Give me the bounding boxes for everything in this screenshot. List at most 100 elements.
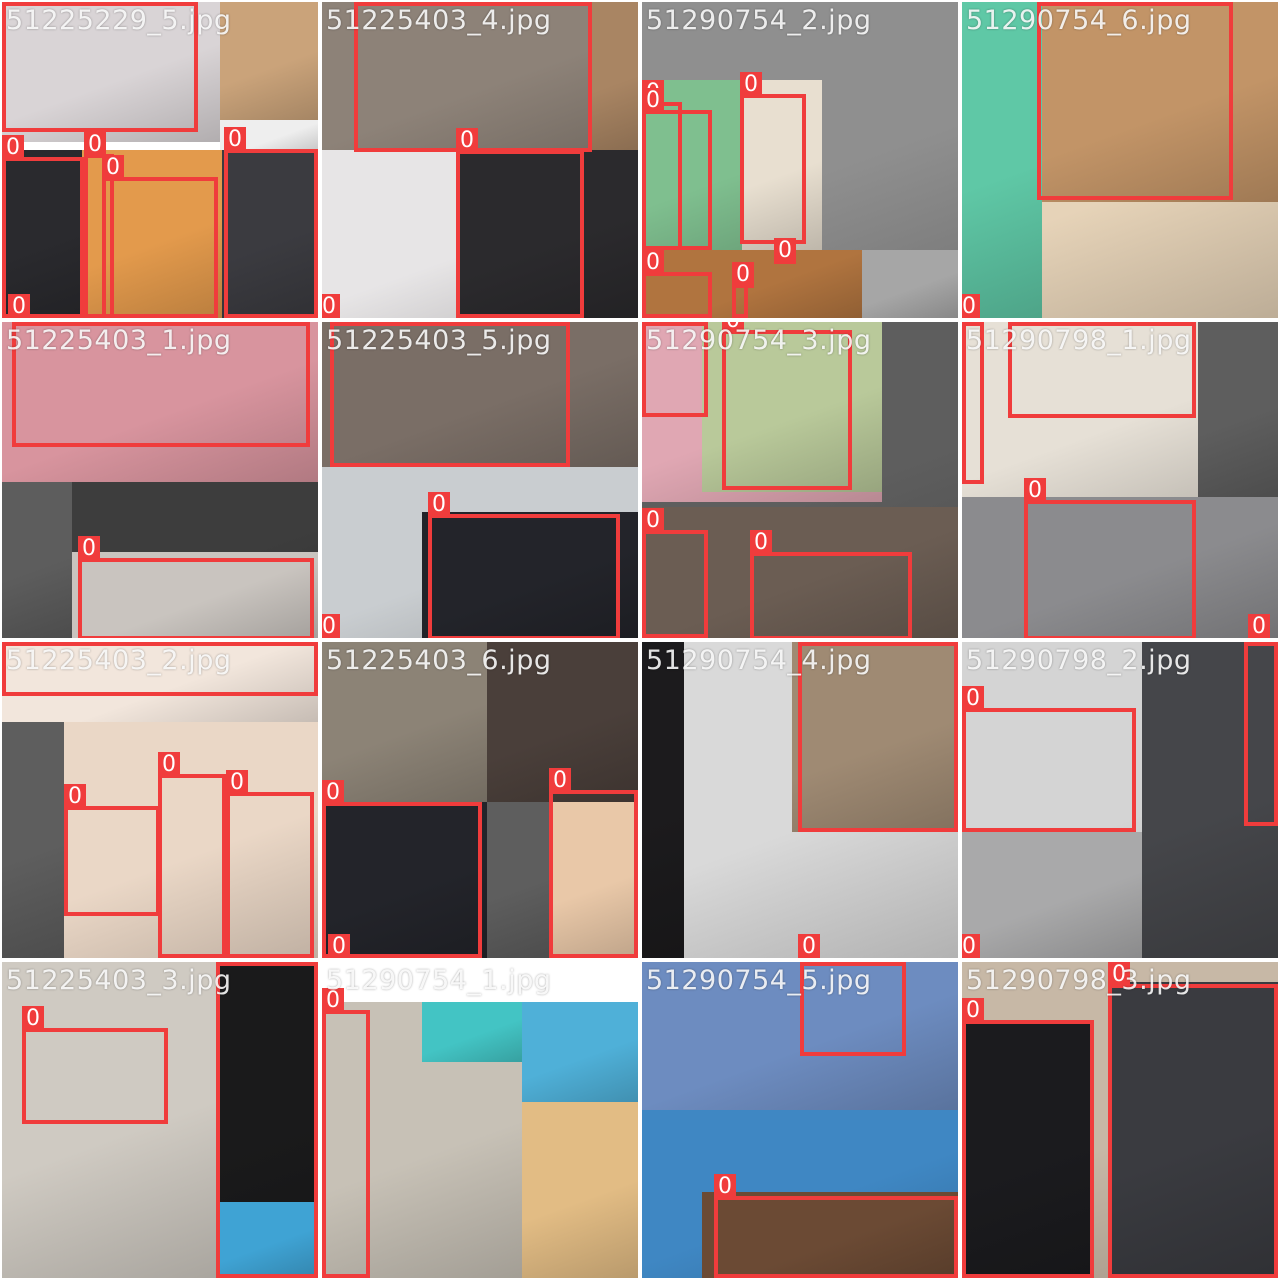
- mosaic-tile: 000051290754_3.jpg: [642, 322, 958, 638]
- class-label: 0: [962, 294, 980, 318]
- class-label: 0: [774, 238, 796, 264]
- mosaic-tile: 0051225403_3.jpg: [2, 962, 318, 1278]
- class-label: 0: [549, 768, 571, 794]
- tile-filename: 51290754_4.jpg: [646, 645, 872, 676]
- cat-photo-crop: [962, 832, 1142, 958]
- class-label: 0: [962, 998, 984, 1024]
- cat-photo-crop: [522, 1002, 638, 1102]
- tile-filename: 51290754_2.jpg: [646, 5, 872, 36]
- detection-box: 0: [216, 962, 318, 1278]
- detection-box: 0: [102, 155, 218, 318]
- class-label: 0: [328, 934, 350, 958]
- class-label: 0: [798, 934, 820, 958]
- mosaic-tile: 0 0 0 51290798_2.jpg: [962, 642, 1278, 958]
- class-label: 0: [22, 1006, 44, 1032]
- detection-box: 0: [1244, 642, 1278, 826]
- tile-filename: 51290754_1.jpg: [326, 965, 552, 996]
- tile-filename: 51290754_6.jpg: [966, 5, 1192, 36]
- class-label: 0: [428, 492, 450, 518]
- tile-filename: 51225403_4.jpg: [326, 5, 552, 36]
- class-label: 0: [456, 128, 478, 154]
- cat-photo-crop: [2, 722, 64, 958]
- cat-photo-crop: [522, 1102, 638, 1278]
- detection-box: 0: [1024, 478, 1196, 638]
- mosaic-tile: 0051290754_5.jpg: [642, 962, 958, 1278]
- detection-box: 0: [642, 250, 712, 318]
- class-label: 0: [64, 784, 86, 810]
- class-label: 0: [2, 135, 24, 161]
- tile-filename: 51290798_3.jpg: [966, 965, 1192, 996]
- detection-box: 0: [962, 686, 1136, 832]
- detection-box: 0: [642, 508, 708, 638]
- mosaic-tile: 0 0 0 51225403_6.jpg: [322, 642, 638, 958]
- detection-box: 0: [642, 88, 712, 250]
- mosaic-tile: 0051290754_4.jpg: [642, 642, 958, 958]
- tile-filename: 51225229_5.jpg: [6, 5, 232, 36]
- mosaic-tile: 000051225403_2.jpg: [2, 642, 318, 958]
- detection-box: 0: [78, 536, 314, 638]
- class-label: 0: [1024, 478, 1046, 504]
- class-label: 0: [78, 536, 100, 562]
- class-label: 0: [962, 686, 984, 712]
- class-label: 0: [226, 770, 248, 796]
- class-label: 0: [102, 155, 124, 181]
- detection-box: 0: [1108, 962, 1278, 1278]
- class-label: 0: [1248, 614, 1270, 638]
- cat-photo-crop: [592, 2, 638, 150]
- class-label: 0: [158, 752, 180, 778]
- detection-box: 0: [64, 784, 160, 916]
- cat-photo-crop: [220, 2, 318, 120]
- class-label: 0: [224, 127, 246, 153]
- tile-filename: 51290754_3.jpg: [646, 325, 872, 356]
- mosaic-tile: 0 51290754_1.jpg: [322, 962, 638, 1278]
- cat-photo-crop: [1198, 322, 1278, 497]
- mosaic-tile: 00000051290754_2.jpg: [642, 2, 958, 318]
- detection-box: 0: [774, 238, 796, 318]
- detection-box: 0: [322, 988, 370, 1278]
- detection-box: 0: [22, 1006, 168, 1124]
- class-label: 0: [322, 294, 340, 318]
- detection-box: 0: [962, 998, 1094, 1278]
- tile-filename: 51225403_5.jpg: [326, 325, 552, 356]
- mosaic-tile: 00051225403_4.jpg: [322, 2, 638, 318]
- detection-box: 0: [224, 127, 318, 318]
- mosaic-tile: 000051290798_1.jpg: [962, 322, 1278, 638]
- mosaic-tile: 0051290754_6.jpg: [962, 2, 1278, 318]
- cat-photo-crop: [487, 802, 549, 958]
- cat-photo-crop: [422, 1002, 522, 1062]
- detection-box: 0: [158, 752, 226, 958]
- mosaic-tile: 0 0 51290798_3.jpg: [962, 962, 1278, 1278]
- class-label: 0: [642, 88, 664, 114]
- cat-photo-crop: [962, 2, 1042, 318]
- tile-filename: 51290798_2.jpg: [966, 645, 1192, 676]
- tile-filename: 51225403_1.jpg: [6, 325, 232, 356]
- class-label: 0: [750, 530, 772, 556]
- class-label: 0: [642, 250, 664, 276]
- class-label: 0: [732, 262, 754, 288]
- tile-filename: 51225403_6.jpg: [326, 645, 552, 676]
- class-label: 0: [642, 508, 664, 534]
- class-label: 0: [322, 780, 344, 806]
- class-label: 0: [8, 294, 30, 318]
- class-label: 0: [962, 934, 980, 958]
- tile-filename: 51290754_5.jpg: [646, 965, 872, 996]
- cat-photo-crop: [642, 642, 684, 958]
- detection-box: 0: [549, 768, 638, 958]
- detection-box: 0: [456, 128, 584, 318]
- detection-box: 0: [428, 492, 620, 638]
- mosaic-tile: 00051225403_5.jpg: [322, 322, 638, 638]
- class-label: 0: [740, 72, 762, 98]
- mosaic-grid: 00000051225229_5.jpg00051225403_4.jpg000…: [0, 0, 1280, 1280]
- tile-filename: 51225403_3.jpg: [6, 965, 232, 996]
- tile-filename: 51290798_1.jpg: [966, 325, 1192, 356]
- mosaic-tile: 00000051225229_5.jpg: [2, 2, 318, 318]
- detection-box: 0: [750, 530, 912, 638]
- detection-box: 0: [740, 72, 806, 244]
- class-label: 0: [322, 614, 340, 638]
- cat-photo-crop: [862, 250, 958, 318]
- cat-photo-crop: [2, 482, 72, 638]
- detection-box: 0: [714, 1174, 958, 1278]
- mosaic-tile: 0051225403_1.jpg: [2, 322, 318, 638]
- class-label: 0: [1244, 642, 1266, 646]
- detection-box: 0: [732, 262, 754, 318]
